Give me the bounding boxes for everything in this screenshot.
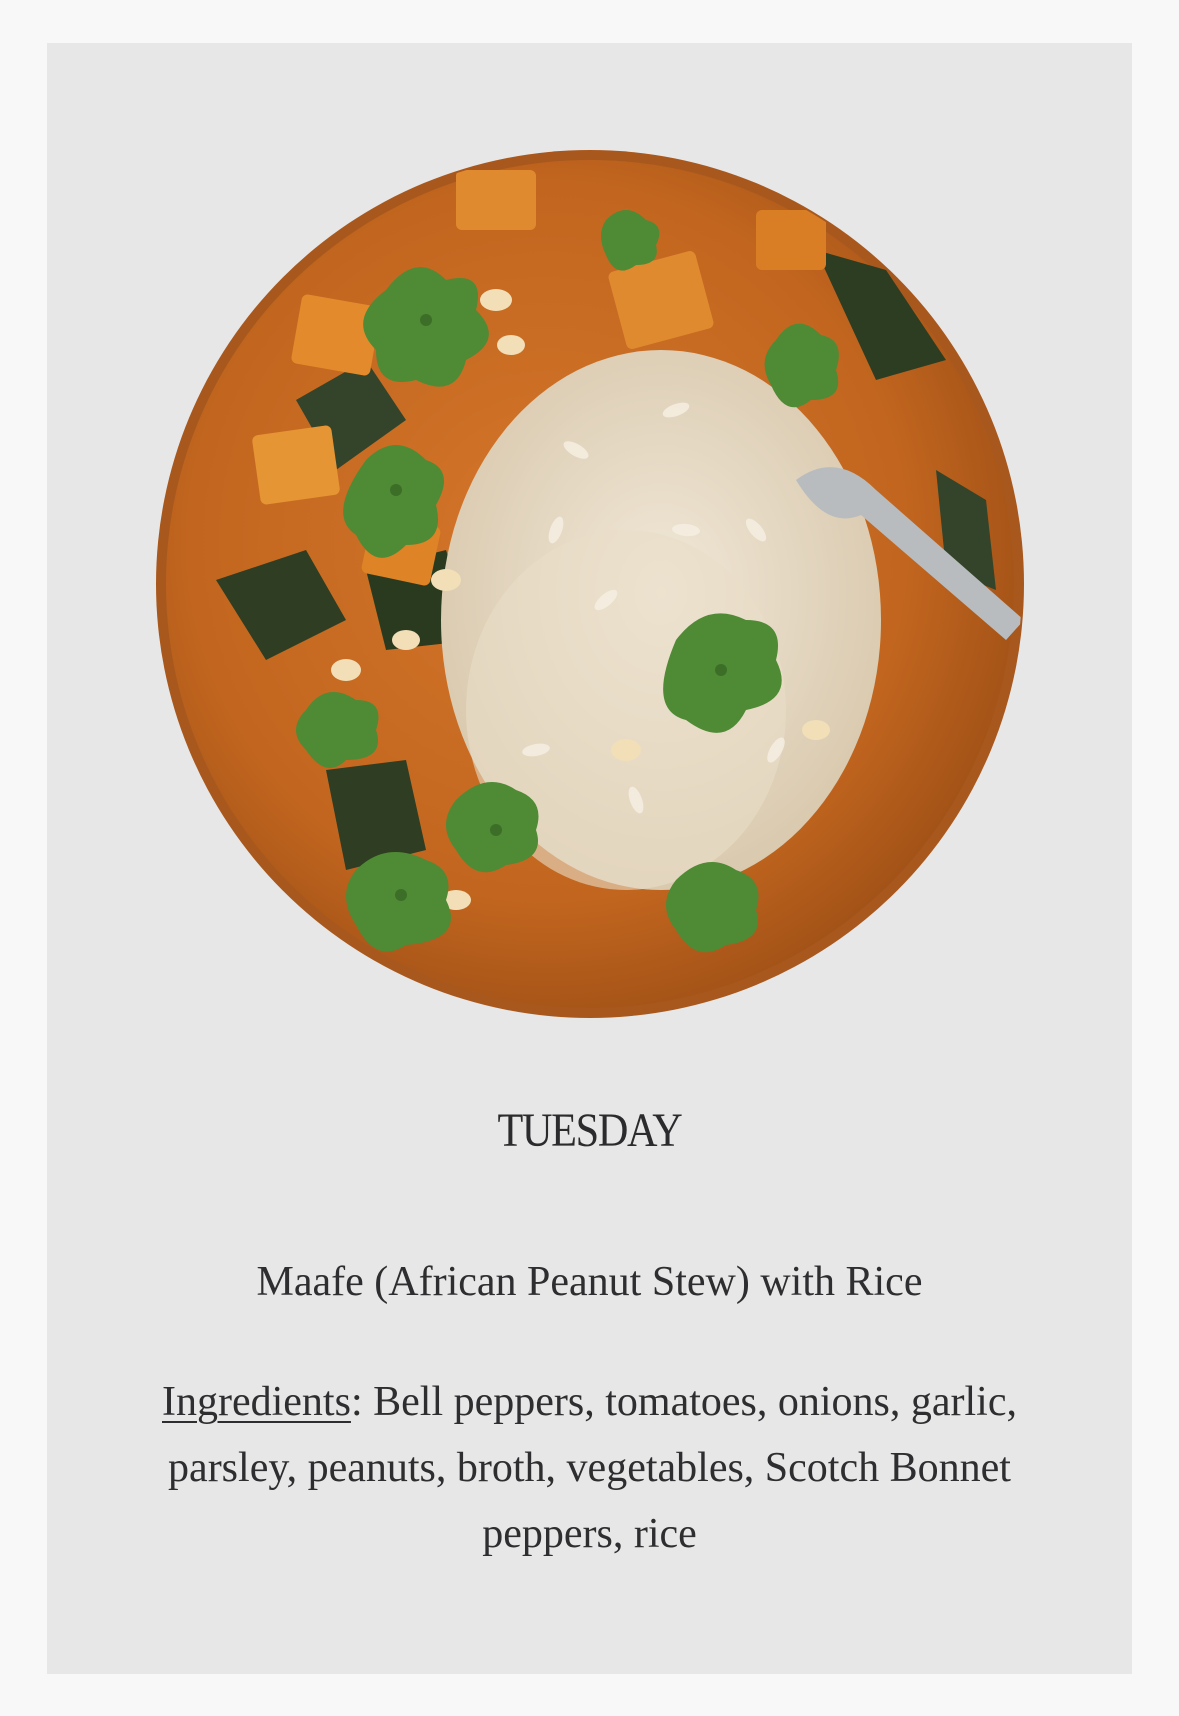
- stew-bowl-illustration: [156, 150, 1024, 1018]
- dish-photo: [156, 150, 1024, 1018]
- meal-card: TUESDAY Maafe (African Peanut Stew) with…: [47, 43, 1132, 1674]
- ingredients-text: Ingredients: Bell peppers, tomatoes, oni…: [127, 1369, 1052, 1567]
- meal-name: Maafe (African Peanut Stew) with Rice: [256, 1259, 923, 1305]
- day-title: TUESDAY: [497, 1104, 682, 1157]
- ingredients-separator: :: [350, 1379, 363, 1425]
- ingredients-label: Ingredients: [162, 1379, 351, 1425]
